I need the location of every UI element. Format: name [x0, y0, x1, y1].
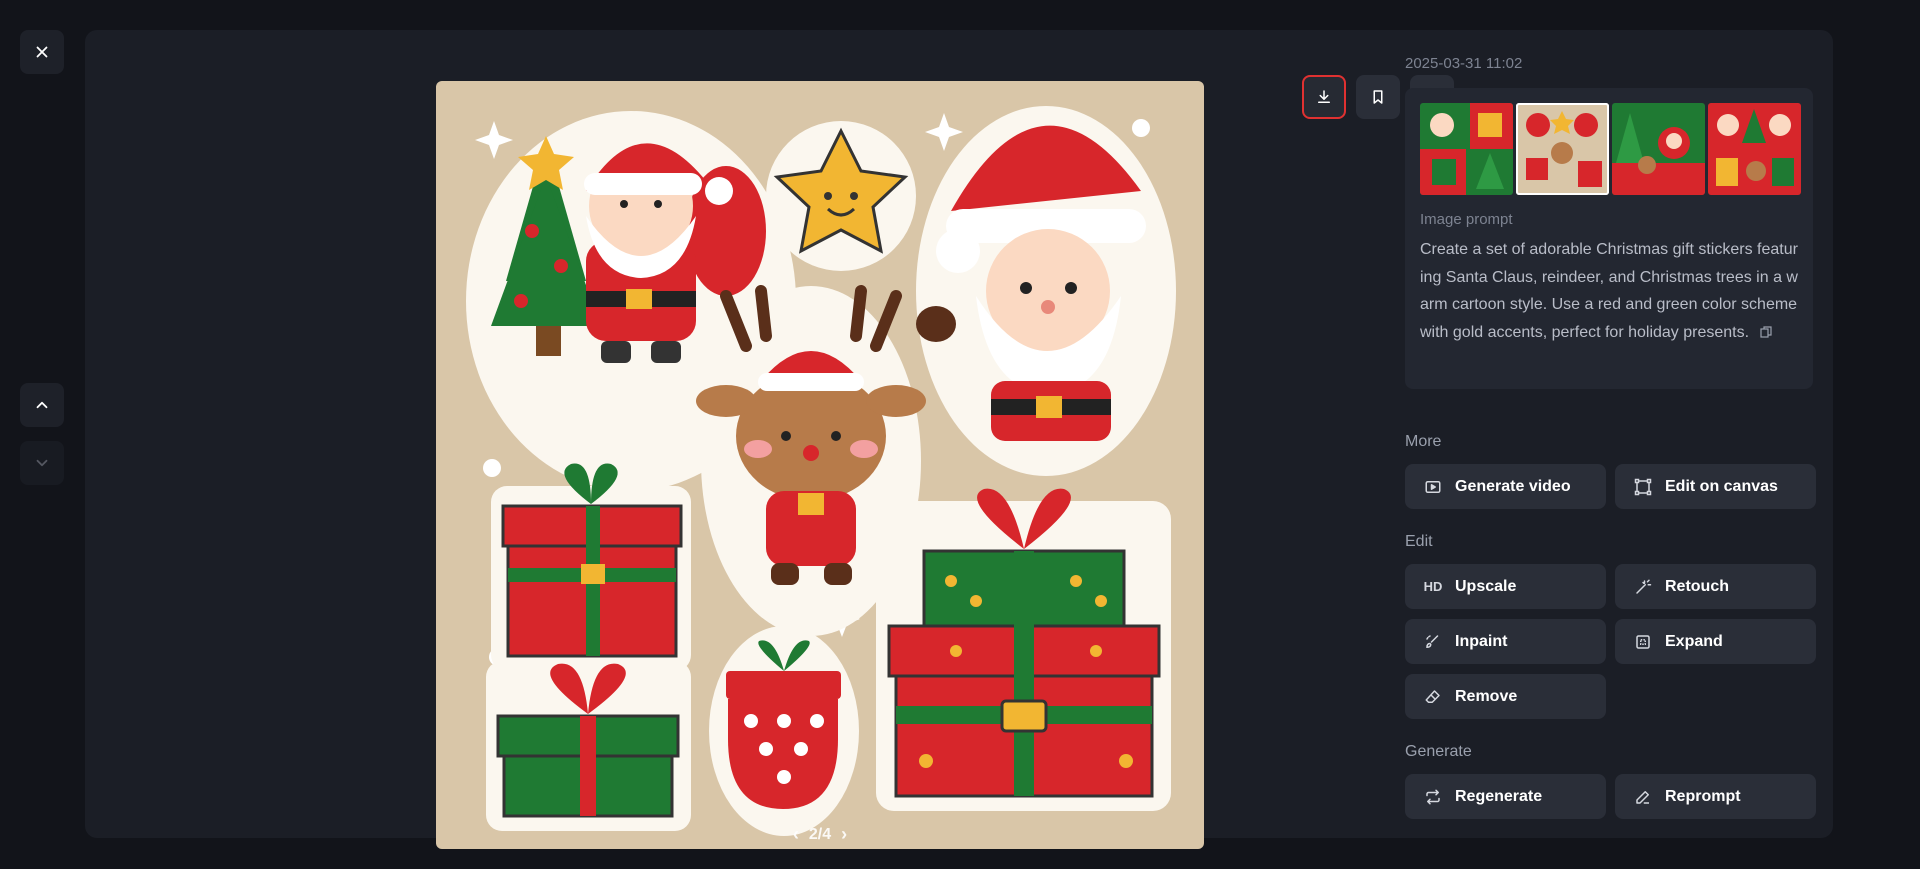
prompt-card: Image prompt Create a set of adorable Ch… — [1405, 88, 1813, 389]
close-button[interactable] — [20, 30, 64, 74]
copy-icon[interactable] — [1759, 326, 1772, 338]
chevron-up-icon — [36, 401, 48, 409]
previous-image-button[interactable] — [20, 383, 64, 427]
repeat-icon — [1423, 787, 1443, 807]
pager-next-icon[interactable]: › — [841, 824, 847, 845]
hd-icon: HD — [1423, 579, 1443, 594]
bookmark-icon — [1373, 90, 1383, 104]
generate-video-label: Generate video — [1455, 477, 1571, 495]
inpaint-label: Inpaint — [1455, 632, 1508, 650]
section-edit-title: Edit — [1405, 533, 1433, 550]
thumbnail-1[interactable] — [1420, 103, 1513, 195]
eraser-icon — [1423, 687, 1443, 707]
thumbnail-2[interactable] — [1516, 103, 1609, 195]
bookmark-button[interactable] — [1356, 75, 1400, 119]
thumbnail-strip — [1420, 103, 1801, 195]
prompt-body: Create a set of adorable Christmas gift … — [1420, 241, 1798, 341]
retouch-label: Retouch — [1665, 577, 1729, 595]
edit-on-canvas-button[interactable]: Edit on canvas — [1615, 464, 1816, 509]
expand-label: Expand — [1665, 632, 1723, 650]
close-icon — [36, 46, 48, 58]
section-more-title: More — [1405, 433, 1442, 450]
timestamp: 2025-03-31 11:02 — [1405, 55, 1523, 72]
prompt-label: Image prompt — [1420, 211, 1513, 228]
expand-button[interactable]: Expand — [1615, 619, 1816, 664]
chevron-down-icon — [36, 459, 48, 467]
expand-icon — [1633, 632, 1653, 652]
reprompt-button[interactable]: Reprompt — [1615, 774, 1816, 819]
upscale-label: Upscale — [1455, 577, 1517, 595]
image-pager: ‹ 2/4 › — [793, 824, 847, 845]
download-icon — [1318, 90, 1330, 103]
edit-on-canvas-label: Edit on canvas — [1665, 477, 1778, 495]
brush-icon — [1423, 632, 1443, 652]
remove-button[interactable]: Remove — [1405, 674, 1606, 719]
pager-label: 2/4 — [808, 825, 832, 843]
pager-prev-icon[interactable]: ‹ — [793, 824, 799, 845]
pencil-icon — [1633, 787, 1653, 807]
inpaint-button[interactable]: Inpaint — [1405, 619, 1606, 664]
generated-image: ‹ 2/4 › — [436, 81, 1204, 849]
thumbnail-4[interactable] — [1708, 103, 1801, 195]
remove-label: Remove — [1455, 687, 1518, 705]
section-generate-title: Generate — [1405, 743, 1472, 760]
download-button[interactable] — [1302, 75, 1346, 119]
video-icon — [1423, 477, 1443, 497]
regenerate-label: Regenerate — [1455, 787, 1543, 805]
canvas-icon — [1633, 477, 1653, 497]
magic-wand-icon — [1633, 577, 1653, 597]
christmas-stickers-illustration — [466, 106, 1176, 836]
reprompt-label: Reprompt — [1665, 787, 1741, 805]
upscale-button[interactable]: HD Upscale — [1405, 564, 1606, 609]
generate-video-button[interactable]: Generate video — [1405, 464, 1606, 509]
retouch-button[interactable]: Retouch — [1615, 564, 1816, 609]
thumbnail-3[interactable] — [1612, 103, 1705, 195]
prompt-text: Create a set of adorable Christmas gift … — [1420, 236, 1800, 346]
next-image-button[interactable] — [20, 441, 64, 485]
regenerate-button[interactable]: Regenerate — [1405, 774, 1606, 819]
